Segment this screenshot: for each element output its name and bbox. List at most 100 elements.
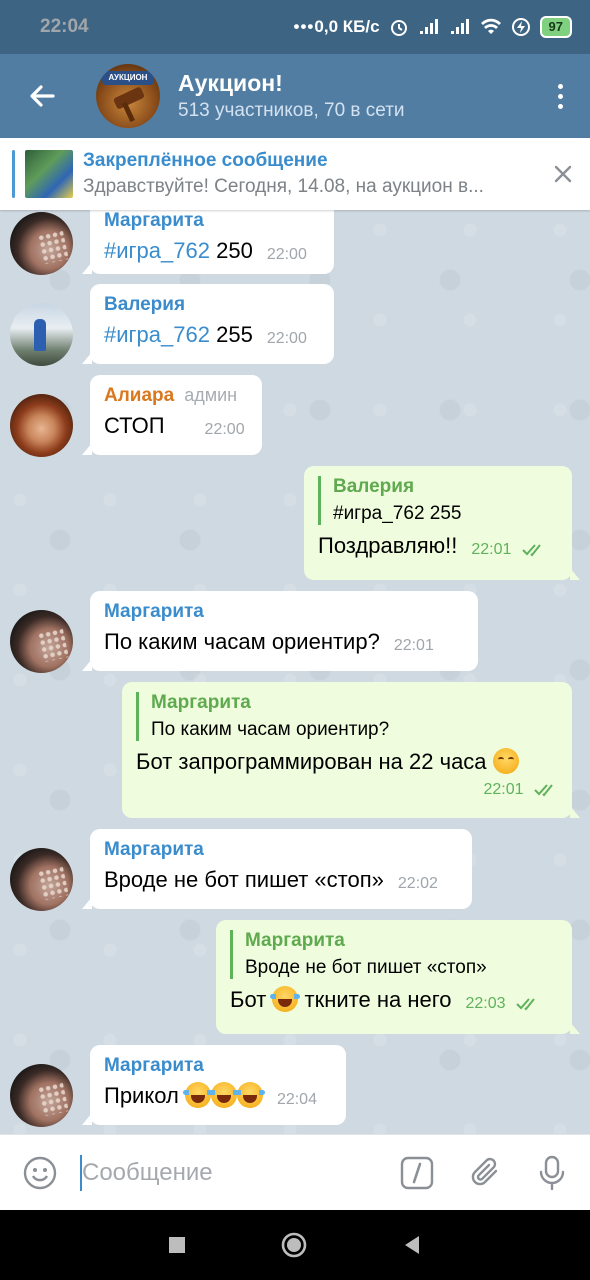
message-time: 22:00: [266, 330, 307, 347]
pinned-thumbnail: [25, 150, 73, 198]
reply-quote[interactable]: Валерия #игра_762 255: [318, 476, 558, 525]
chat-header: АУКЦИОН Аукцион! 513 участников, 70 в се…: [0, 54, 590, 138]
message-time: 22:00: [266, 246, 307, 263]
message-input-bar: [0, 1134, 590, 1210]
status-bar: 22:04 •••0,0 КБ/с 97: [0, 0, 590, 54]
avatar[interactable]: [10, 1064, 73, 1127]
message-text: Прикол: [104, 1083, 179, 1108]
reply-text: По каким часам ориентир?: [151, 719, 390, 740]
admin-role: админ: [184, 385, 238, 405]
message-time: 22:00: [204, 421, 245, 438]
hashtag-link[interactable]: #игра_762: [104, 238, 210, 263]
message-bubble[interactable]: Маргарита Вроде не бот пишет «стоп» 22:0…: [82, 829, 472, 909]
reply-author: Маргарита: [245, 930, 345, 951]
reply-text: Вроде не бот пишет «стоп»: [245, 957, 487, 978]
dot: [557, 103, 563, 109]
read-checks-icon: [534, 784, 553, 797]
message-bubble[interactable]: Маргарита По каким часам ориентир? 22:01: [82, 591, 478, 671]
message-bubble[interactable]: Алиара админ СТОП 22:00: [82, 375, 262, 455]
message-text: По каким часам ориентир?: [104, 629, 380, 654]
message-bubble[interactable]: Маргарита Вроде не бот пишет «стоп» Бот …: [216, 920, 580, 1034]
message-text: 255: [216, 322, 253, 347]
reply-author: Маргарита: [151, 692, 251, 713]
message-list[interactable]: Маргарита #игра_762 250 22:00 Валерия #и…: [0, 210, 590, 1134]
pinned-message[interactable]: Закреплённое сообщение Здравствуйте! Сег…: [0, 138, 590, 210]
microphone-icon[interactable]: [538, 1155, 566, 1191]
tears-of-joy-emoji: [208, 1082, 239, 1108]
more-menu-button[interactable]: [530, 54, 590, 138]
sender-name[interactable]: Маргарита: [104, 210, 320, 232]
message-bubble[interactable]: Валерия #игра_762 255 Поздравляю!! 22:01: [304, 466, 580, 580]
sender-name[interactable]: Маргарита: [104, 839, 458, 861]
message-text: СТОП: [104, 413, 165, 438]
avatar[interactable]: [10, 394, 73, 457]
dot: [557, 93, 563, 99]
message-text-after: ткните на него: [304, 987, 452, 1012]
message-time: 22:04: [276, 1091, 317, 1108]
message-time: 22:01: [471, 539, 546, 561]
battery-indicator: 97: [539, 16, 572, 38]
pinned-close-button[interactable]: [536, 138, 590, 210]
reply-quote[interactable]: Маргарита По каким часам ориентир?: [136, 692, 558, 741]
message-text: Вроде не бот пишет «стоп»: [104, 867, 384, 892]
signal-icon: [419, 19, 438, 34]
chat-info[interactable]: Аукцион! 513 участников, 70 в сети: [178, 70, 405, 122]
message-text: Поздравляю!!: [318, 533, 458, 558]
pinned-accent-bar: [12, 150, 15, 198]
read-checks-icon: [516, 998, 535, 1011]
hashtag-link[interactable]: #игра_762: [104, 322, 210, 347]
home-icon[interactable]: [280, 1231, 308, 1259]
message-bubble[interactable]: Валерия #игра_762 255 22:00: [82, 284, 334, 364]
avatar[interactable]: [10, 610, 73, 673]
message-time: 22:02: [397, 875, 438, 892]
message-bubble[interactable]: Маргарита По каким часам ориентир? Бот з…: [122, 682, 580, 818]
sender-name[interactable]: Маргарита: [104, 601, 464, 623]
message-input[interactable]: [82, 1158, 382, 1187]
sender-name[interactable]: Алиара админ: [104, 385, 248, 407]
sender-name[interactable]: Валерия: [104, 294, 320, 316]
charging-icon: [511, 18, 530, 36]
reply-text: #игра_762 255: [333, 503, 462, 524]
chat-subtitle: 513 участников, 70 в сети: [178, 100, 405, 121]
back-button[interactable]: [0, 54, 84, 138]
tears-of-joy-emoji: [270, 986, 301, 1012]
network-speed: •••0,0 КБ/с: [293, 17, 380, 36]
message-time: 22:01: [393, 637, 434, 654]
avatar[interactable]: [10, 303, 73, 366]
message-time: 22:01: [484, 779, 559, 801]
bot-commands-icon[interactable]: [400, 1156, 434, 1190]
message-bubble[interactable]: Маргарита Прикол 22:04: [82, 1045, 346, 1125]
message-text: Бот запрограммирован на 22 часа: [136, 749, 487, 774]
status-time: 22:04: [40, 16, 89, 37]
system-nav-bar: [0, 1210, 590, 1280]
chat-avatar[interactable]: АУКЦИОН: [96, 64, 160, 128]
reply-author: Валерия: [333, 476, 415, 497]
back-nav-icon[interactable]: [401, 1234, 423, 1256]
dot: [557, 83, 563, 89]
chat-title: Аукцион!: [178, 70, 283, 96]
avatar[interactable]: [10, 848, 73, 911]
smiley-icon: [23, 1156, 57, 1189]
pinned-texts: Закреплённое сообщение Здравствуйте! Сег…: [83, 150, 533, 198]
signal-icon: [450, 19, 469, 34]
back-arrow-icon: [30, 85, 55, 107]
message-time: 22:03: [466, 993, 541, 1015]
status-icons: •••0,0 КБ/с 97: [294, 16, 572, 38]
message-bubble[interactable]: Маргарита #игра_762 250 22:00: [82, 210, 334, 274]
pinned-text: Здравствуйте! Сегодня, 14.08, на аукцион…: [83, 176, 484, 197]
recents-icon[interactable]: [167, 1235, 187, 1255]
tears-of-joy-emoji: [234, 1082, 265, 1108]
alarm-icon: [390, 20, 407, 36]
avatar[interactable]: [10, 212, 73, 275]
attach-icon[interactable]: [470, 1156, 502, 1190]
sender-name[interactable]: Маргарита: [104, 1055, 332, 1077]
emoji-button[interactable]: [0, 1155, 80, 1191]
gavel-handle: [122, 101, 135, 123]
wifi-icon: [480, 18, 501, 34]
close-icon: [554, 165, 572, 183]
message-text: 250: [216, 238, 253, 263]
reply-quote[interactable]: Маргарита Вроде не бот пишет «стоп»: [230, 930, 558, 979]
message-text-before: Бот: [230, 987, 267, 1012]
avatar-label: АУКЦИОН: [102, 71, 154, 85]
pinned-title: Закреплённое сообщение: [83, 150, 328, 171]
